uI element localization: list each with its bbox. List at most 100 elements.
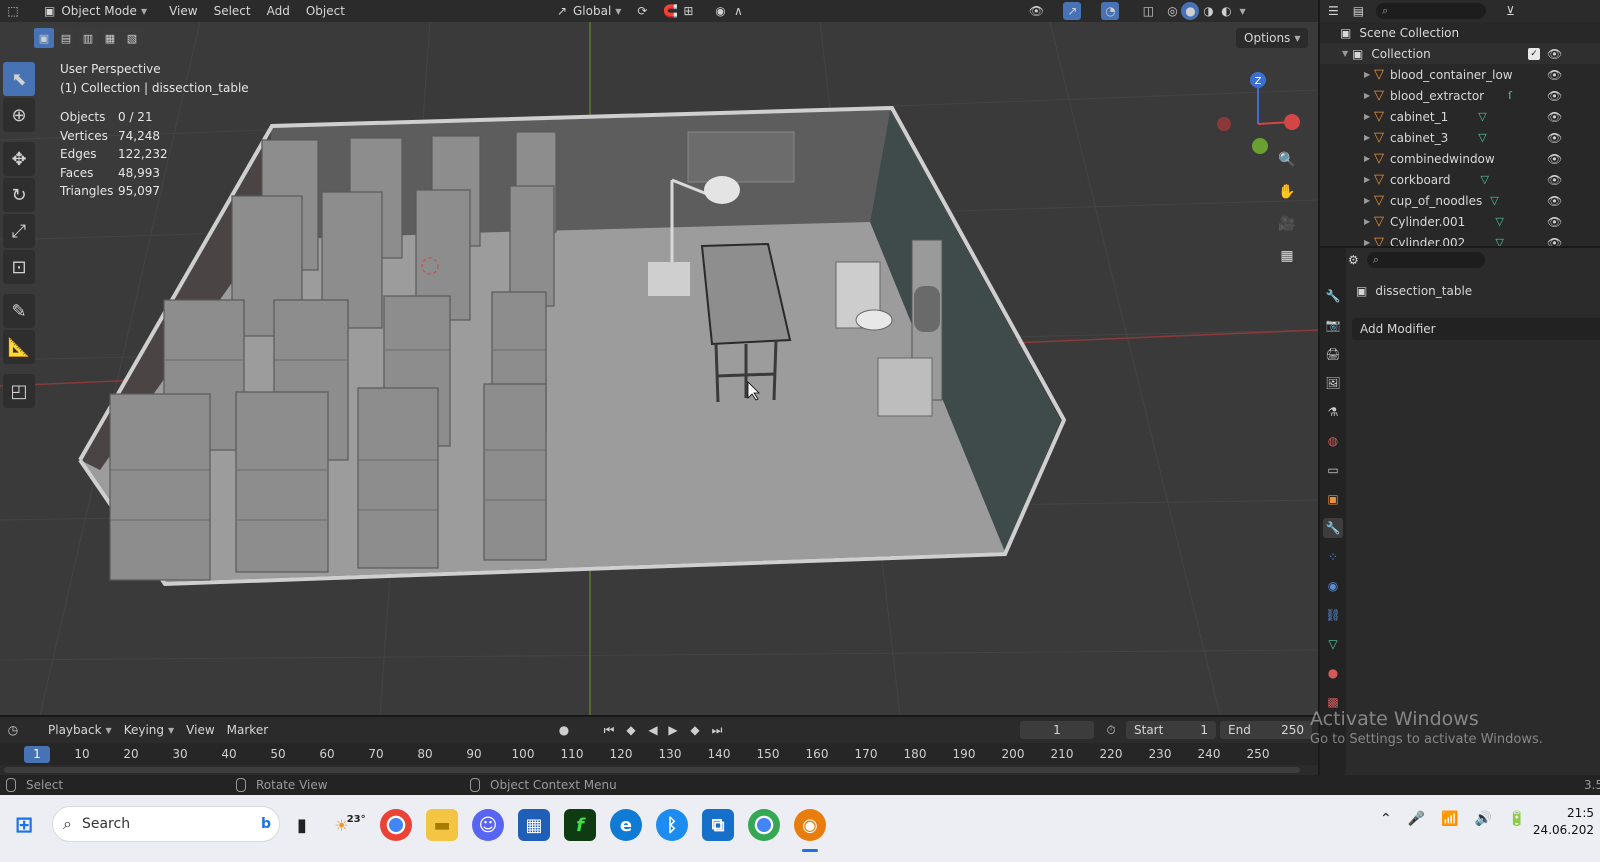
expand-arrow-icon[interactable]: ▶ <box>1364 217 1374 226</box>
annotate-tool-icon[interactable]: ✎ <box>3 294 35 328</box>
outliner-item[interactable]: ▶ ▽ cabinet_3 ▽ 👁 <box>1320 127 1600 148</box>
proportional-edit-icon[interactable]: ◉ <box>711 2 729 20</box>
chrome-profile-icon[interactable] <box>748 809 780 841</box>
constraints-tab-icon[interactable]: ⛓ <box>1323 605 1343 625</box>
display-mode-icon[interactable]: ▤ <box>1353 4 1364 18</box>
add-cube-tool-icon[interactable]: ◰ <box>3 374 35 408</box>
outliner-item[interactable]: ▶ ▽ combinedwindow 👁 <box>1320 148 1600 169</box>
select-invert-icon[interactable]: ▦ <box>100 28 120 48</box>
add-modifier-button[interactable]: Add Modifier <box>1352 318 1600 340</box>
particles-tab-icon[interactable]: ⁘ <box>1323 547 1343 567</box>
eye-icon[interactable]: 👁 <box>1547 194 1562 208</box>
scene-collection-row[interactable]: ▣ Scene Collection <box>1320 22 1600 43</box>
expand-arrow-icon[interactable]: ▶ <box>1364 196 1374 205</box>
cursor-tool-icon[interactable]: ⊕ <box>3 98 35 132</box>
eye-icon[interactable]: 👁 <box>1547 110 1562 124</box>
outliner-item[interactable]: ▶ ▽ corkboard ▽ 👁 <box>1320 169 1600 190</box>
app-icon[interactable]: ⧉ <box>702 809 734 841</box>
solid-shading-icon[interactable]: ● <box>1181 2 1200 20</box>
view-layer-tab-icon[interactable]: 🖼 <box>1323 373 1343 393</box>
jump-start-icon[interactable]: ⏮ <box>600 721 618 739</box>
world-tab-icon[interactable]: ◍ <box>1323 431 1343 451</box>
3d-viewport[interactable]: ▣ ▤ ▥ ▦ ▧ Options ▼ ⬉ ⊕ ✥ ↻ ⤢ ⊡ ✎ 📐 ◰ Us… <box>0 22 1318 715</box>
properties-search-input[interactable]: ⌕ <box>1366 252 1485 268</box>
microphone-icon[interactable]: 🎤 <box>1408 811 1425 827</box>
measure-tool-icon[interactable]: 📐 <box>3 330 35 364</box>
rendered-shading-icon[interactable]: ◐ <box>1217 2 1235 20</box>
expand-arrow-icon[interactable]: ▶ <box>1364 154 1374 163</box>
task-view-icon[interactable]: ▮ <box>286 809 318 841</box>
outliner-item[interactable]: ▶ ▽ blood_container_low 👁 <box>1320 64 1600 85</box>
prev-keyframe-icon[interactable]: ◆ <box>622 721 640 739</box>
clock[interactable]: 21:5 24.06.202 <box>1524 805 1594 839</box>
wifi-icon[interactable]: 📶 <box>1441 811 1458 827</box>
transform-tool-icon[interactable]: ⊡ <box>3 250 35 284</box>
visibility-icon[interactable]: 👁 <box>1027 2 1045 20</box>
gizmo-toggle-icon[interactable]: ↗ <box>1063 2 1082 20</box>
scale-tool-icon[interactable]: ⤢ <box>3 214 35 248</box>
current-frame-field[interactable]: 1 <box>1020 721 1094 739</box>
expand-arrow-icon[interactable]: ▶ <box>1364 112 1374 121</box>
outliner-item[interactable]: ▶ ▽ Cylinder.002 ▽ 👁 <box>1320 232 1600 246</box>
select-intersect-icon[interactable]: ▧ <box>122 28 142 48</box>
eye-icon[interactable]: 👁 <box>1547 173 1562 187</box>
outliner-editor-icon[interactable]: ☰ <box>1328 4 1339 18</box>
filter-icon[interactable]: ⊻ <box>1506 4 1515 18</box>
properties-editor-icon[interactable]: ⚙ <box>1348 253 1359 267</box>
zoom-icon[interactable]: 🔍 <box>1274 147 1300 173</box>
xray-icon[interactable]: ◫ <box>1139 2 1157 20</box>
overlay-toggle-icon[interactable]: ◔ <box>1101 2 1120 20</box>
record-icon[interactable]: ● <box>555 721 573 739</box>
eye-icon[interactable]: 👁 <box>1547 215 1562 229</box>
playhead[interactable]: 1 <box>24 746 50 763</box>
store-icon[interactable]: ▦ <box>518 809 550 841</box>
collection-tab-icon[interactable]: ▭ <box>1323 460 1343 480</box>
wireframe-shading-icon[interactable]: ◎ <box>1163 2 1181 20</box>
eye-icon[interactable]: 👁 <box>1547 47 1562 61</box>
object-tab-icon[interactable]: ▣ <box>1323 489 1343 509</box>
camera-icon[interactable]: 🎥 <box>1274 211 1300 237</box>
eye-icon[interactable]: 👁 <box>1547 152 1562 166</box>
grid-view-icon[interactable]: ▦ <box>1274 243 1300 269</box>
expand-arrow-icon[interactable]: ▶ <box>1364 175 1374 184</box>
next-keyframe-icon[interactable]: ◆ <box>686 721 704 739</box>
output-tab-icon[interactable]: 🖨 <box>1323 344 1343 364</box>
timeline-scrollbar[interactable] <box>4 767 1300 773</box>
discord-icon[interactable]: ☺ <box>472 809 504 841</box>
blender-icon[interactable]: ◉ <box>794 809 826 841</box>
taskbar-search-input[interactable]: ⌕ Search b <box>52 806 280 842</box>
outliner-item[interactable]: ▶ ▽ cabinet_1 ▽ 👁 <box>1320 106 1600 127</box>
gizmo-y-ball[interactable] <box>1252 138 1268 154</box>
expand-arrow-icon[interactable]: ▼ <box>1342 49 1352 58</box>
select-extend-icon[interactable]: ▤ <box>56 28 76 48</box>
start-frame-field[interactable]: Start 1 <box>1126 721 1216 739</box>
outliner-item[interactable]: ▶ ▽ blood_extractor ſ 👁 <box>1320 85 1600 106</box>
menu-timeline-view[interactable]: View <box>180 721 220 739</box>
jump-end-icon[interactable]: ⏭ <box>708 721 726 739</box>
chrome-icon[interactable] <box>380 809 412 841</box>
render-tab-icon[interactable]: 📷 <box>1323 315 1343 335</box>
texture-tab-icon[interactable]: ▩ <box>1323 692 1343 712</box>
tool-tab-icon[interactable]: 🔧 <box>1323 286 1343 306</box>
falloff-icon[interactable]: ∧ <box>729 2 747 20</box>
menu-marker[interactable]: Marker <box>221 721 274 739</box>
menu-object[interactable]: Object <box>300 2 351 20</box>
move-tool-icon[interactable]: ✥ <box>3 142 35 176</box>
menu-view[interactable]: View <box>163 2 203 20</box>
outliner-item[interactable]: ▶ ▽ cup_of_noodles ▽ 👁 <box>1320 190 1600 211</box>
battery-icon[interactable]: 🔋 <box>1508 811 1525 827</box>
play-reverse-icon[interactable]: ◀ <box>644 721 662 739</box>
bluetooth-app-icon[interactable]: ᛒ <box>656 809 688 841</box>
select-new-icon[interactable]: ▣ <box>34 28 54 48</box>
edge-icon[interactable]: e <box>610 809 642 841</box>
stopwatch-icon[interactable]: ⏱ <box>1102 721 1120 739</box>
physics-tab-icon[interactable]: ◉ <box>1323 576 1343 596</box>
data-tab-icon[interactable]: ▽ <box>1323 634 1343 654</box>
windows-start-icon[interactable]: ⊞ <box>8 809 40 841</box>
end-frame-field[interactable]: End 250 <box>1220 721 1312 739</box>
eye-icon[interactable]: 👁 <box>1547 236 1562 247</box>
menu-keying[interactable]: Keying ▼ <box>118 721 180 739</box>
speaker-icon[interactable]: 🔊 <box>1475 811 1492 827</box>
eye-icon[interactable]: 👁 <box>1547 131 1562 145</box>
pivot-icon[interactable]: ⟳ <box>633 2 651 20</box>
